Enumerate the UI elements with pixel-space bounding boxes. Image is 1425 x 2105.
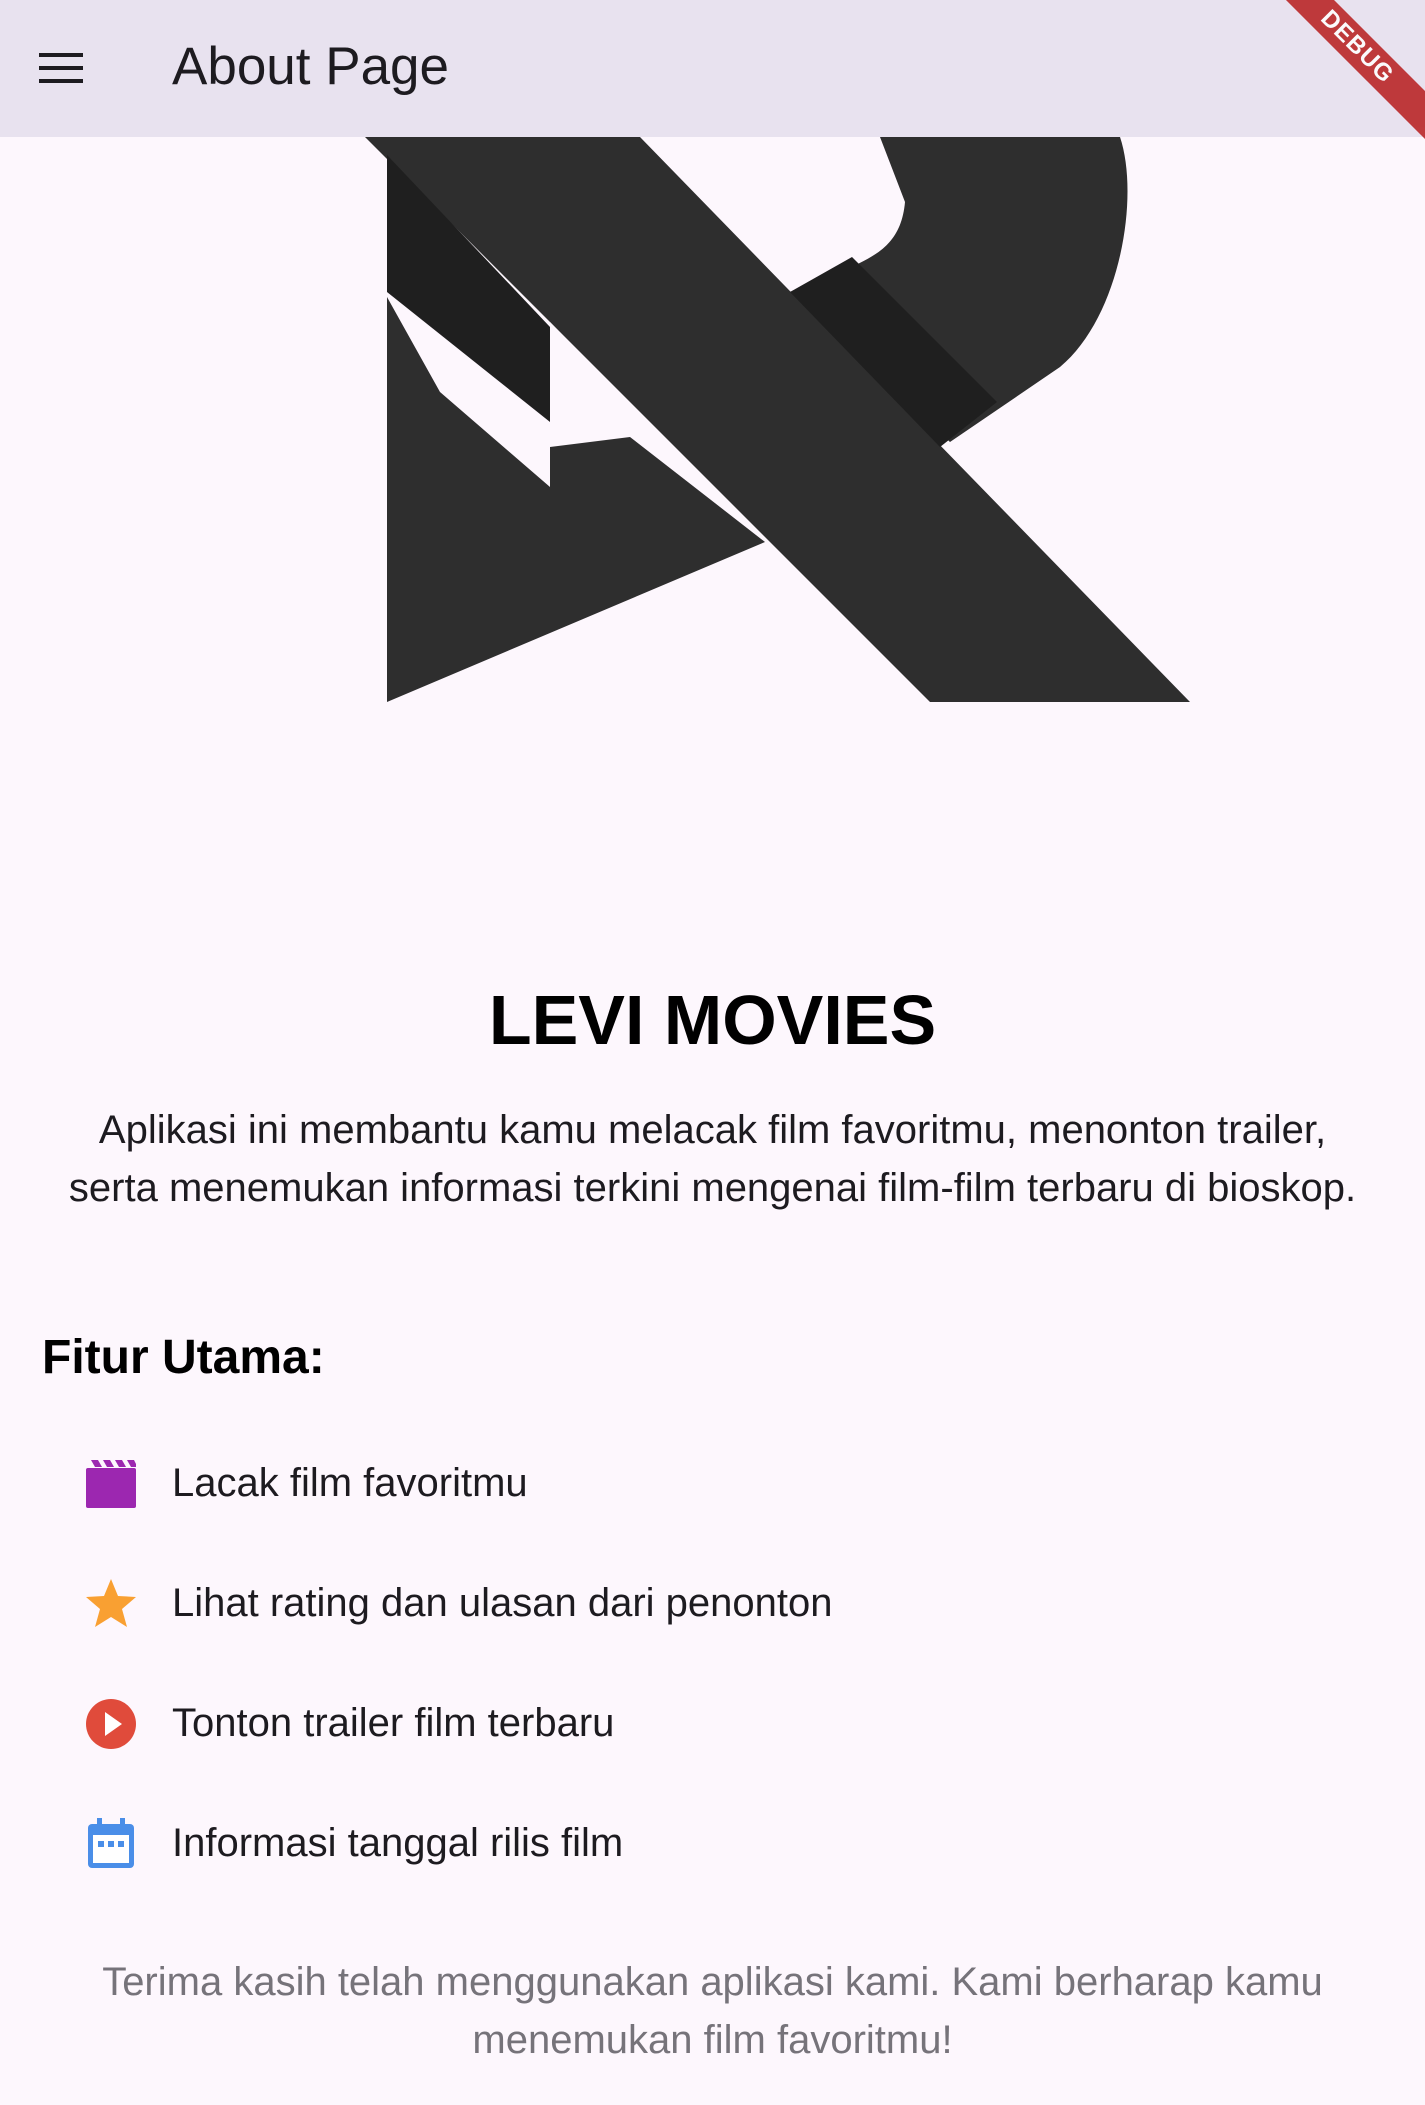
calendar-icon bbox=[88, 1818, 134, 1868]
feature-item-trailers: Tonton trailer film terbaru bbox=[0, 1672, 1425, 1772]
feature-label: Informasi tanggal rilis film bbox=[172, 1821, 624, 1865]
feature-label: Tonton trailer film terbaru bbox=[172, 1701, 615, 1745]
feature-item-release-dates: Informasi tanggal rilis film bbox=[0, 1792, 1425, 1892]
app-logo bbox=[365, 137, 1190, 702]
play-circle-icon bbox=[86, 1699, 136, 1749]
movie-clapper-icon bbox=[86, 1460, 136, 1508]
thank-you-message: Terima kasih telah menggunakan aplikasi … bbox=[102, 1960, 1323, 2062]
page-title: About Page bbox=[172, 37, 450, 96]
app-description: Aplikasi ini membantu kamu melacak film … bbox=[68, 1108, 1357, 1210]
menu-button[interactable] bbox=[20, 27, 102, 109]
hamburger-menu-icon bbox=[39, 53, 83, 83]
feature-item-ratings: Lihat rating dan ulasan dari penonton bbox=[0, 1552, 1425, 1652]
feature-label: Lihat rating dan ulasan dari penonton bbox=[172, 1581, 833, 1625]
star-icon bbox=[86, 1579, 136, 1627]
feature-item-track-favorites: Lacak film favoritmu bbox=[0, 1432, 1425, 1532]
app-bar: About Page bbox=[0, 0, 1425, 137]
app-name: LEVI MOVIES bbox=[488, 981, 937, 1059]
feature-label: Lacak film favoritmu bbox=[172, 1461, 528, 1505]
features-heading: Fitur Utama: bbox=[42, 1331, 325, 1384]
